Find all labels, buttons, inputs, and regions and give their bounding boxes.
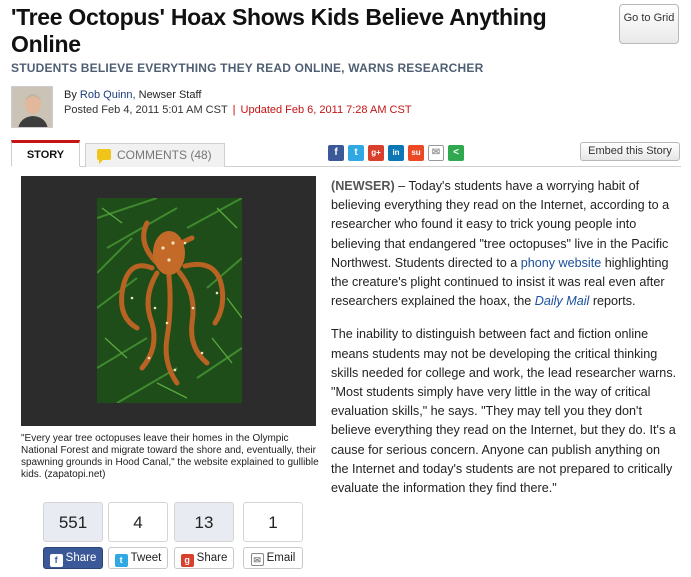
article-subhead: STUDENTS BELIEVE EVERYTHING THEY READ ON…: [11, 61, 484, 75]
article-paragraph-1: (NEWSER) – Today's students have a worry…: [331, 177, 681, 311]
facebook-icon[interactable]: f: [328, 145, 344, 161]
google-share-count: 13: [174, 502, 234, 542]
p1-text-3: reports.: [589, 294, 636, 309]
google-plus-icon: g: [180, 554, 194, 567]
email-share-button[interactable]: ✉ Email: [243, 547, 303, 569]
go-to-grid-button[interactable]: Go to Grid: [619, 4, 679, 44]
twitter-icon[interactable]: t: [348, 145, 364, 161]
article-paragraph-2: The inability to distinguish between fac…: [331, 327, 677, 496]
email-icon: ✉: [250, 553, 264, 566]
date-separator: |: [232, 104, 236, 116]
email-share-count: 1: [243, 502, 303, 542]
byline: By Rob Quinn, Newser Staff: [64, 89, 201, 101]
tab-story[interactable]: STORY: [11, 140, 80, 167]
tweet-button[interactable]: t Tweet: [108, 547, 168, 569]
facebook-icon: f: [49, 554, 63, 567]
google-share-button[interactable]: g Share: [174, 547, 234, 569]
author-avatar: [11, 86, 53, 128]
facebook-share-label: Share: [65, 552, 97, 564]
share-icon[interactable]: <: [448, 145, 464, 161]
comment-bubble-icon: [97, 149, 111, 164]
facebook-share-button[interactable]: f Share: [43, 547, 103, 569]
google-share-label: Share: [196, 552, 228, 564]
email-share-label: Email: [266, 552, 296, 564]
tab-comments[interactable]: COMMENTS (48): [85, 143, 225, 167]
posted-date: Posted Feb 4, 2011 5:01 AM CST: [64, 104, 228, 116]
dateline: Posted Feb 4, 2011 5:01 AM CST | Updated F…: [64, 104, 412, 116]
article-photo-frame: [21, 176, 316, 426]
photo-caption: "Every year tree octopuses leave their h…: [21, 433, 319, 480]
staff-label: Newser Staff: [138, 89, 202, 101]
embed-story-button[interactable]: Embed this Story: [580, 142, 680, 161]
twitter-icon: t: [114, 554, 128, 567]
tab-comments-label: COMMENTS (48): [117, 148, 212, 162]
phony-website-link[interactable]: phony website: [521, 256, 602, 270]
article-headline: 'Tree Octopus' Hoax Shows Kids Believe A…: [11, 4, 547, 57]
updated-date: Updated Feb 6, 2011 7:28 AM CST: [240, 104, 412, 116]
article-body: (NEWSER) – Today's students have a worry…: [331, 177, 681, 512]
share-icon-row: f t g+ in su ✉ <: [328, 145, 464, 161]
byline-prefix: By: [64, 89, 77, 101]
author-link[interactable]: Rob Quinn,: [80, 89, 136, 101]
stumbleupon-icon[interactable]: su: [408, 145, 424, 161]
tree-octopus-photo: [97, 198, 242, 403]
facebook-share-count: 551: [43, 502, 103, 542]
google-plus-icon[interactable]: g+: [368, 145, 384, 161]
twitter-share-count: 4: [108, 502, 168, 542]
source-label: (NEWSER): [331, 179, 395, 193]
daily-mail-link[interactable]: Daily Mail: [535, 294, 590, 308]
email-icon[interactable]: ✉: [428, 145, 444, 161]
tweet-label: Tweet: [130, 552, 162, 564]
linkedin-icon[interactable]: in: [388, 145, 404, 161]
